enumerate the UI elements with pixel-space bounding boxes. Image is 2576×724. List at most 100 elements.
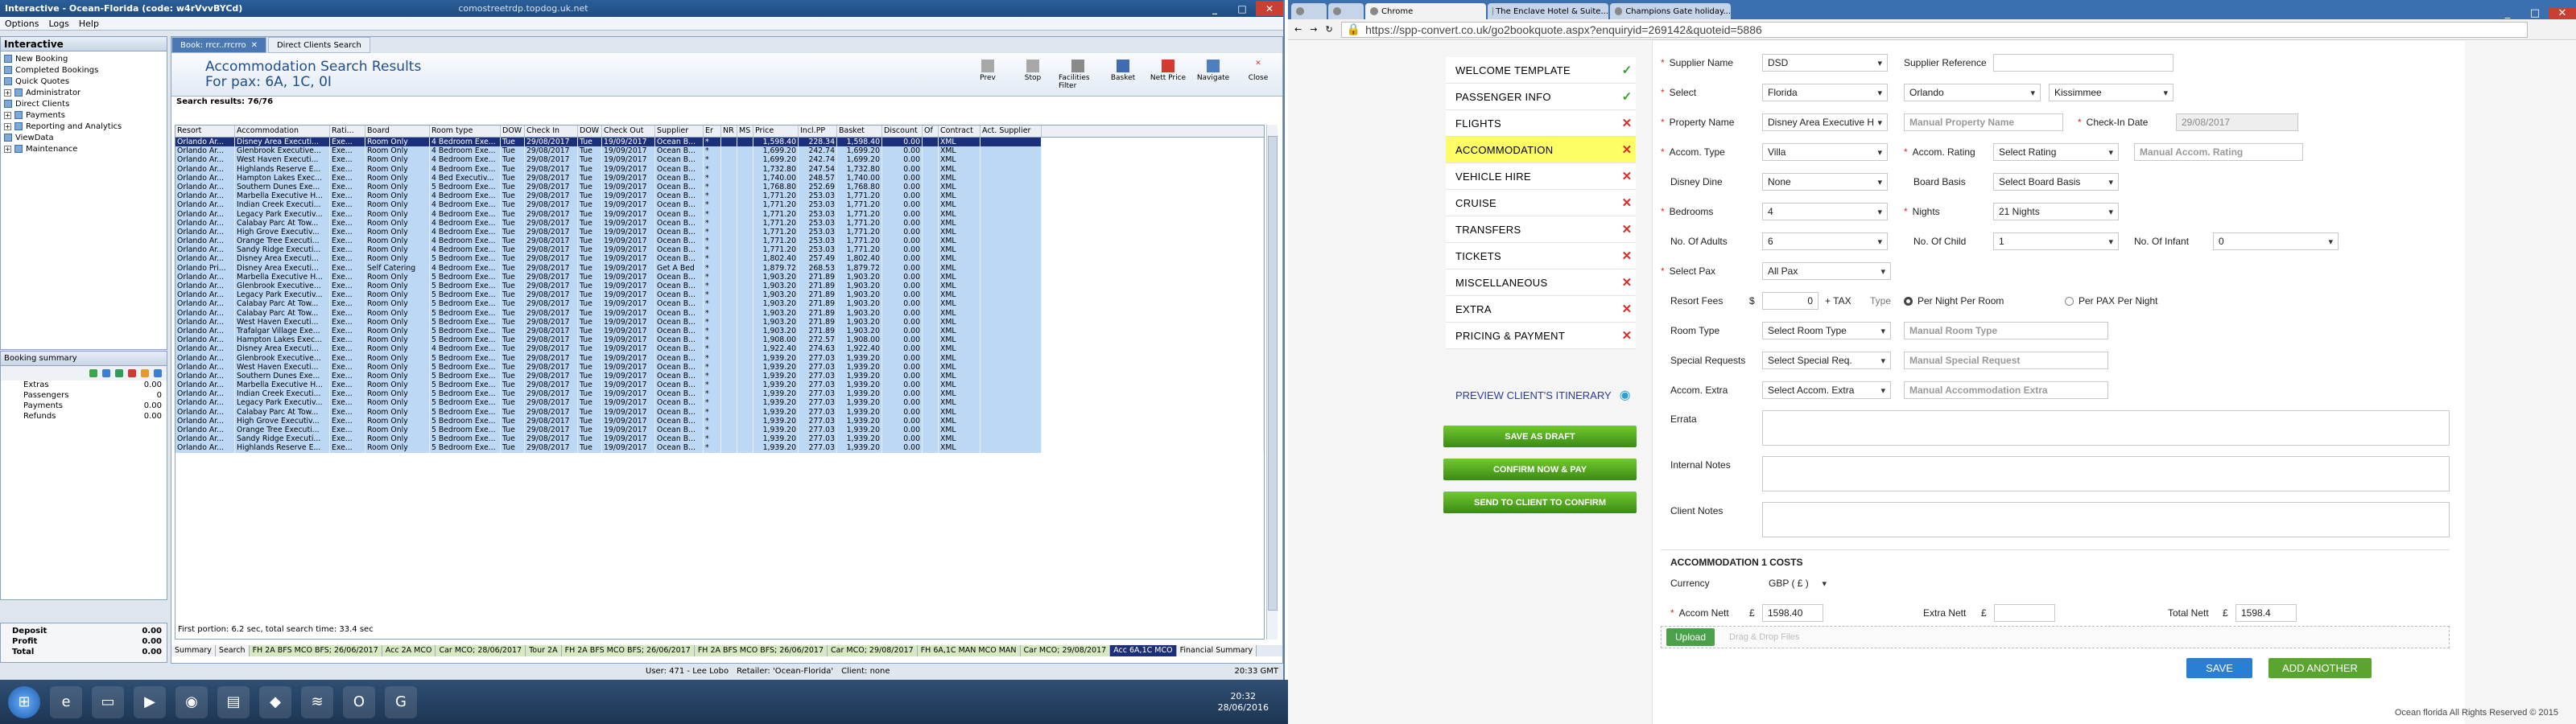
radio-per-pax-night[interactable] [2065,296,2074,306]
component-tab[interactable]: Acc 2A MCO [382,645,436,656]
component-tab[interactable]: Car MCO; 29/08/2017 [1020,645,1111,656]
accom-nett-input[interactable]: 1598.40 [1762,604,1823,622]
column-header[interactable]: MS [737,125,753,137]
table-row[interactable]: Orlando Ar... Glenbrook Executive... Exe..… [175,353,1264,363]
nav-item-cruise[interactable]: CRUISE ✕ [1446,190,1636,216]
tree-payments[interactable]: + Payments [4,109,167,121]
component-tab[interactable]: FH 2A BFS MCO BFS; 26/06/2017 [694,645,828,656]
close-icon[interactable]: ✕ [1256,1,1283,16]
save-button[interactable]: SAVE [2186,658,2252,678]
internal-notes-textarea[interactable] [1762,456,2450,492]
navigate-button[interactable]: Navigate [1194,59,1232,90]
property-select[interactable]: Disney Area Executive H [1762,113,1888,131]
bedrooms-select[interactable]: 4 [1762,203,1888,220]
maximize-icon[interactable]: □ [2521,7,2549,19]
manual-property-input[interactable]: Manual Property Name [1904,113,2063,131]
ie-icon[interactable]: e [50,685,82,718]
client-notes-textarea[interactable] [1762,502,2450,537]
prev-button[interactable]: Prev [968,59,1007,90]
disney-dine-select[interactable]: None [1762,173,1888,191]
basket-button[interactable]: Basket [1104,59,1142,90]
save-as-draft-button[interactable]: SAVE AS DRAFT [1443,426,1637,447]
close-icon[interactable]: ✕ [2549,7,2576,19]
nav-item-extra[interactable]: EXTRA ✕ [1446,296,1636,323]
folder-icon[interactable]: ▤ [217,685,250,718]
table-row[interactable]: Orlando Ar... Hampton Lakes Exec... Exe...… [175,335,1264,345]
browser-tab-chrome[interactable]: Chrome [1365,3,1486,19]
upload-dropzone[interactable]: Upload Drag & Drop Files [1661,626,2450,648]
table-row[interactable]: Orlando Ar... Southern Dunes Exe... Exe...… [175,182,1264,192]
tab-direct-clients-search[interactable]: Direct Clients Search [267,37,370,53]
delete-icon[interactable] [128,369,136,377]
expand-icon[interactable]: + [4,111,11,119]
table-row[interactable]: Orlando Ar... Calabay Parc At Tow... Exe..… [175,299,1264,309]
minimize-icon[interactable]: _ [1201,1,1228,16]
facilities-filter-button[interactable]: Facilities Filter [1059,59,1097,90]
table-row[interactable]: Orlando Ar... Legacy Park Executiv... Exe.… [175,209,1264,219]
expand-icon[interactable]: + [4,88,11,97]
room-type-select[interactable]: Select Room Type [1762,322,1891,339]
nav-item-transfers[interactable]: TRANSFERS ✕ [1446,216,1636,243]
browser-tab-champions[interactable]: Champions Gate holiday... [1610,3,1731,19]
column-header[interactable]: Resort [175,125,235,137]
total-nett-input[interactable]: 1598.4 [2235,604,2297,622]
media-icon[interactable]: ▶ [134,685,166,718]
adults-select[interactable]: 6 [1762,232,1888,250]
refresh-icon[interactable] [102,369,110,377]
upload-button[interactable]: Upload [1666,628,1715,646]
table-row[interactable]: Orlando Ar... High Grove Executiv... Exe..… [175,416,1264,426]
child-select[interactable]: 1 [1993,232,2119,250]
nav-item-vehicle-hire[interactable]: VEHICLE HIRE ✕ [1446,163,1636,190]
infant-select[interactable]: 0 [2213,232,2339,250]
column-header[interactable]: Room type [430,125,501,137]
table-row[interactable]: Orlando Ar... Sandy Ridge Executi... Exe..… [175,245,1264,255]
reload-icon[interactable]: ↻ [1325,24,1332,35]
google-icon[interactable]: G [385,685,417,718]
maximize-icon[interactable]: □ [1228,1,1256,16]
tab-booking[interactable]: Book: rrcr..rrcrro ✕ [171,37,266,53]
table-row[interactable]: Orlando Ar... Trafalgar Village Exe... Exe… [175,326,1264,336]
tree-quick-quotes[interactable]: Quick Quotes [4,76,167,87]
accom-rating-select[interactable]: Select Rating [1993,143,2119,161]
menu-options[interactable]: Options [5,19,39,29]
column-header[interactable]: Board [365,125,430,137]
table-row[interactable]: Orlando Ar... Indian Creek Executi... Exe.… [175,200,1264,210]
state-select[interactable]: Florida [1762,84,1888,101]
column-header[interactable]: Rati... [330,125,365,137]
nav-item-pricing-payment[interactable]: PRICING & PAYMENT ✕ [1446,323,1636,349]
area-select[interactable]: Kissimmee [2049,84,2174,101]
table-row[interactable]: Orlando Ar... Marbella Executive H... Exe.… [175,191,1264,201]
city-select[interactable]: Orlando [1904,84,2041,101]
column-header[interactable]: Incl.PP [799,125,837,137]
chrome-icon[interactable]: ◉ [175,685,208,718]
table-row[interactable]: Orlando Ar... Calabay Parc At Tow... Exe..… [175,218,1264,228]
column-header[interactable]: NR [721,125,737,137]
table-row[interactable]: Orlando Pri... Disney Area Executi... Exe.… [175,263,1264,273]
tree-completed-bookings[interactable]: Completed Bookings [4,64,167,76]
nett-price-button[interactable]: Nett Price [1149,59,1187,90]
menu-help[interactable]: Help [79,19,99,29]
nav-item-tickets[interactable]: TICKETS ✕ [1446,243,1636,269]
table-row[interactable]: Orlando Ar... Disney Area Executi... Exe..… [175,138,1264,147]
column-header[interactable]: Check In [525,125,578,137]
browser-tab-enclave[interactable]: The Enclave Hotel & Suite... [1488,3,1608,19]
add-another-button[interactable]: ADD ANOTHER [2268,658,2372,678]
preview-itinerary-link[interactable]: PREVIEW CLIENT'S ITINERARY ◉ [1446,379,1636,411]
table-row[interactable]: Orlando Ar... Marbella Executive H... Exe.… [175,381,1264,390]
component-tab[interactable]: Summary [171,645,216,656]
component-tab[interactable]: Tour 2A [526,645,562,656]
select-pax-select[interactable]: All Pax [1762,262,1891,280]
explorer-icon[interactable]: ▭ [92,685,124,718]
browser-tab-blank[interactable] [1328,3,1364,19]
table-row[interactable]: Orlando Ar... Legacy Park Executiv... Exe.… [175,290,1264,300]
manual-room-type-input[interactable]: Manual Room Type [1904,322,2108,339]
tree-administrator[interactable]: + Administrator [4,87,167,98]
table-row[interactable]: Orlando Ar... Calabay Parc At Tow... Exe..… [175,407,1264,417]
table-row[interactable]: Orlando Ar... Highlands Reserve E... Exe..… [175,164,1264,174]
browser-tab-blank[interactable] [1291,3,1327,19]
component-tab[interactable]: Search [215,645,250,656]
component-tab[interactable]: Car MCO; 28/06/2017 [436,645,526,656]
tree-new-booking[interactable]: New Booking [4,53,167,64]
table-row[interactable]: Orlando Ar... Calabay Parc At Tow... Exe..… [175,308,1264,318]
app-icon[interactable]: ◆ [259,685,291,718]
